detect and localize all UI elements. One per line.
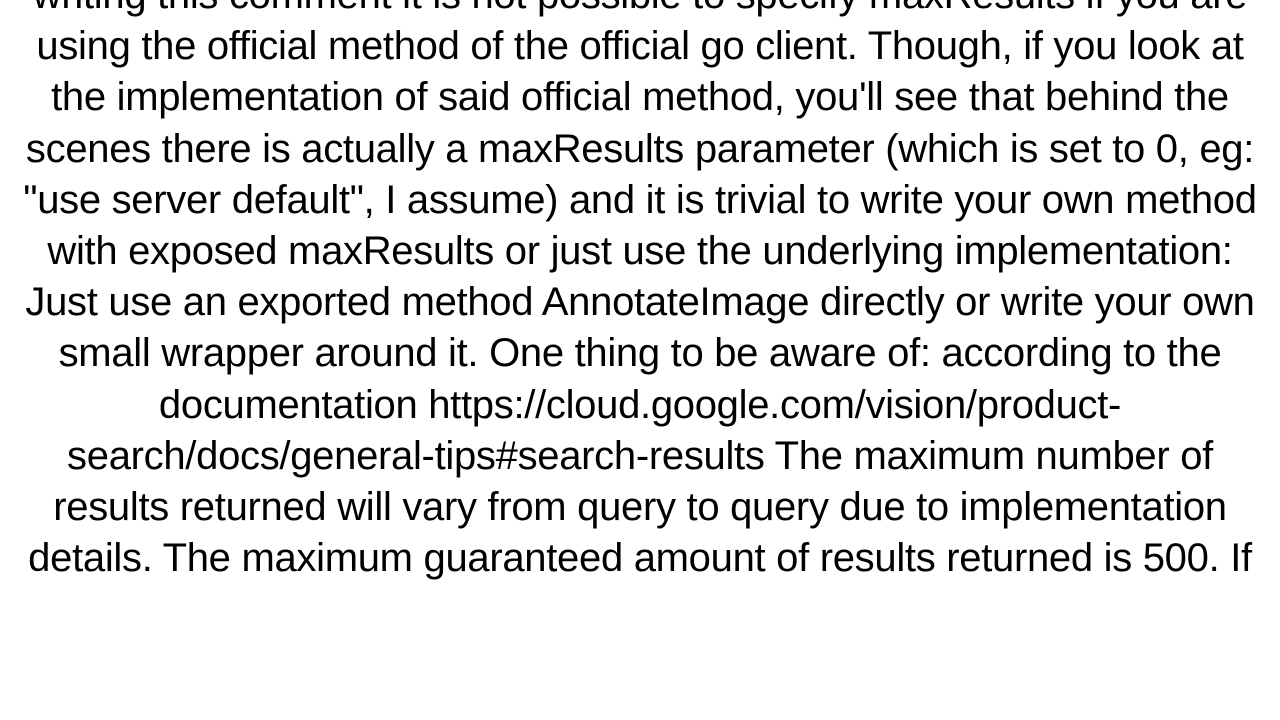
document-body: writing this comment it is not possible … [10, 0, 1270, 584]
body-text: writing this comment it is not possible … [23, 0, 1256, 580]
